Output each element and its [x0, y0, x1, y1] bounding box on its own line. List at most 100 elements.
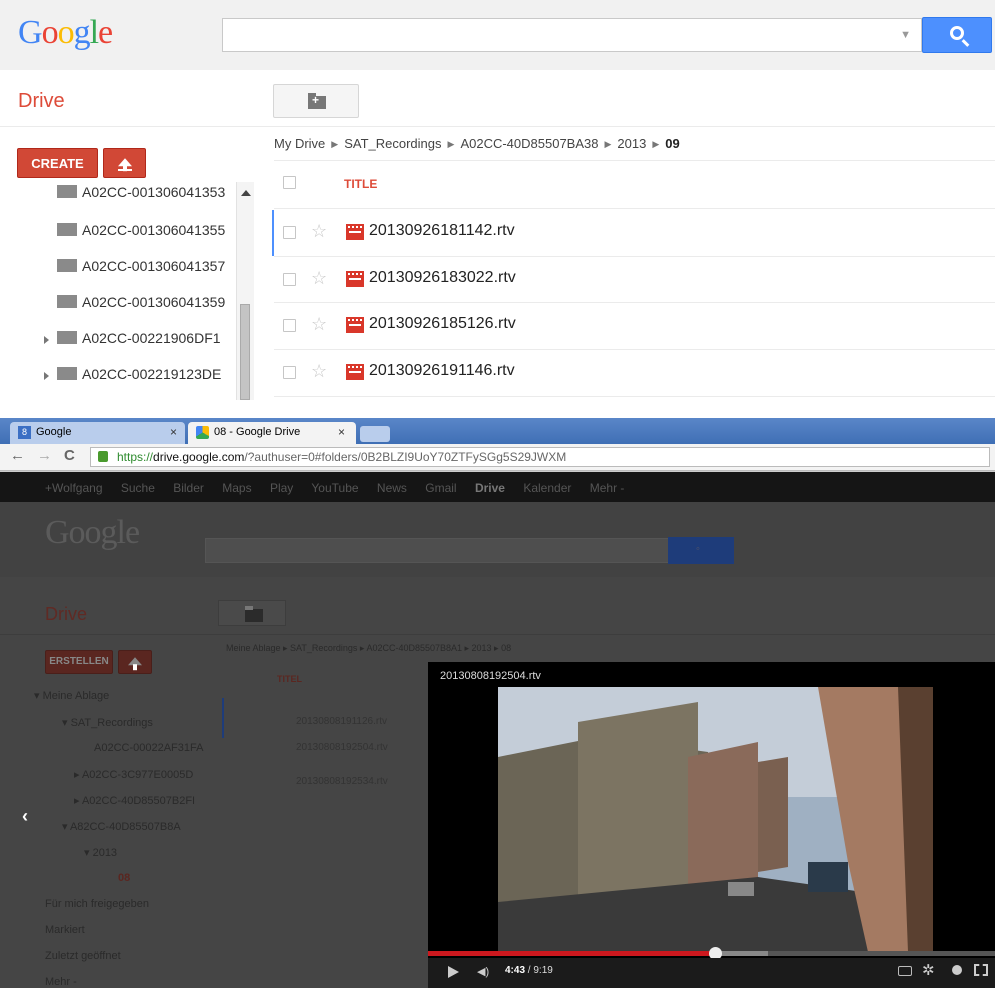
play-icon[interactable]: [448, 966, 459, 978]
new-folder-button[interactable]: +: [273, 84, 359, 118]
upload-button[interactable]: [103, 148, 146, 178]
tab-google[interactable]: 8 Google ×: [10, 422, 185, 444]
tab-google-drive[interactable]: 08 - Google Drive ×: [188, 422, 356, 444]
gbar-item[interactable]: YouTube: [311, 481, 358, 495]
tree-item[interactable]: A02CC-001306041359: [57, 294, 237, 310]
row-checkbox[interactable]: [283, 273, 296, 286]
tree-item[interactable]: A02CC-00221906DF1: [57, 330, 237, 346]
lock-icon: [98, 451, 108, 462]
google-logo[interactable]: Google: [45, 514, 140, 552]
new-folder-button[interactable]: [218, 600, 286, 626]
file-name[interactable]: 20130926183022.rtv: [369, 269, 516, 287]
tree-item[interactable]: A02CC-001306041355: [57, 222, 237, 238]
file-name[interactable]: 20130808192504.rtv: [296, 742, 388, 753]
tree-item[interactable]: ▾ SAT_Recordings: [62, 716, 153, 729]
row-checkbox[interactable]: [283, 366, 296, 379]
breadcrumb-item[interactable]: My Drive: [274, 136, 325, 151]
expand-arrow-icon[interactable]: [44, 336, 49, 344]
search-icon: [950, 26, 964, 40]
file-name[interactable]: 20130808192534.rtv: [296, 776, 388, 787]
breadcrumb-item[interactable]: A02CC-40D85507BA38: [460, 136, 598, 151]
gbar-item[interactable]: Mehr -: [590, 481, 625, 495]
fullscreen-icon[interactable]: [974, 964, 988, 976]
gbar-item[interactable]: Play: [270, 481, 293, 495]
scroll-thumb[interactable]: [240, 304, 250, 400]
volume-icon[interactable]: ◀): [477, 965, 489, 978]
tree-item[interactable]: A02CC-00022AF31FA: [94, 742, 216, 754]
search-button[interactable]: ◦: [668, 537, 734, 564]
tree-item[interactable]: ▸ A02CC-40D85507B2FI: [74, 794, 216, 807]
create-button[interactable]: ERSTELLEN: [45, 650, 113, 674]
close-tab-icon[interactable]: ×: [170, 425, 177, 439]
drive-title[interactable]: Drive: [45, 604, 87, 625]
tree-item[interactable]: A02CC-001306041357: [57, 258, 237, 274]
progress-played: [428, 951, 715, 956]
video-file-icon: [346, 317, 364, 333]
url-path: /?authuser=0#folders/0B2BLZI9UoY70ZTFySG…: [244, 450, 567, 464]
time-display: 4:43 / 9:19: [505, 965, 553, 976]
duration: / 9:19: [527, 965, 553, 976]
upload-button[interactable]: [118, 650, 152, 674]
drive-panel-top: Google ▼ Drive + CREATE A02CC-0013060413…: [0, 0, 995, 400]
video-player[interactable]: [428, 662, 995, 988]
folder-icon: [57, 185, 77, 198]
google-logo[interactable]: Google: [18, 14, 113, 52]
back-icon[interactable]: ←: [10, 447, 25, 464]
url-input[interactable]: https://drive.google.com/?authuser=0#fol…: [90, 447, 990, 467]
search-input[interactable]: [205, 538, 670, 563]
close-tab-icon[interactable]: ×: [338, 425, 345, 439]
breadcrumb-item[interactable]: 2013: [617, 136, 646, 151]
star-icon[interactable]: ☆: [311, 222, 327, 240]
tree-item-selected[interactable]: 08: [118, 872, 130, 884]
nav-recent[interactable]: Zuletzt geöffnet: [45, 950, 121, 962]
new-tab-button[interactable]: [360, 426, 390, 442]
search-button[interactable]: [922, 17, 992, 53]
gbar-item-drive[interactable]: Drive: [475, 481, 505, 495]
forward-icon[interactable]: →: [37, 447, 52, 464]
nav-more[interactable]: Mehr -: [45, 976, 77, 988]
info-icon[interactable]: [952, 965, 962, 975]
create-button[interactable]: CREATE: [17, 148, 98, 178]
breadcrumb-item[interactable]: SAT_Recordings: [344, 136, 441, 151]
file-name[interactable]: 20130926185126.rtv: [369, 315, 516, 333]
captions-icon[interactable]: [898, 966, 912, 976]
url-host: drive.google.com: [153, 450, 245, 464]
tree-item[interactable]: ▾ A82CC-40D85507B8A: [62, 820, 216, 833]
star-icon[interactable]: ☆: [311, 362, 327, 380]
gbar-item[interactable]: Maps: [222, 481, 251, 495]
tree-item[interactable]: A02CC-001306041353: [57, 184, 237, 200]
gbar-item[interactable]: Suche: [121, 481, 155, 495]
file-name[interactable]: 20130926191146.rtv: [369, 362, 515, 380]
video-title: 20130808192504.rtv: [440, 670, 541, 682]
search-input[interactable]: ▼: [222, 18, 922, 52]
tree-scrollbar[interactable]: [236, 182, 254, 400]
nav-shared[interactable]: Für mich freigegeben: [45, 898, 149, 910]
tree-item[interactable]: ▾ Meine Ablage: [34, 689, 109, 702]
title-column-header[interactable]: TITEL: [277, 674, 302, 684]
nav-starred[interactable]: Markiert: [45, 924, 85, 936]
file-name[interactable]: 20130808191126.rtv: [296, 716, 387, 727]
gbar-item[interactable]: Kalender: [523, 481, 571, 495]
select-all-checkbox[interactable]: [283, 176, 296, 189]
expand-arrow-icon[interactable]: [44, 372, 49, 380]
tree-item[interactable]: A02CC-002219123DE: [57, 366, 237, 382]
row-checkbox[interactable]: [283, 226, 296, 239]
row-checkbox[interactable]: [283, 319, 296, 332]
search-options-icon[interactable]: ▼: [900, 29, 911, 41]
search-icon: ◦: [696, 543, 700, 555]
star-icon[interactable]: ☆: [311, 269, 327, 287]
previous-file-icon[interactable]: ‹: [22, 806, 28, 827]
gbar-item[interactable]: +Wolfgang: [45, 481, 103, 495]
scroll-up-icon[interactable]: [241, 190, 251, 196]
file-name[interactable]: 20130926181142.rtv: [369, 222, 515, 240]
gbar-item[interactable]: Bilder: [173, 481, 204, 495]
star-icon[interactable]: ☆: [311, 315, 327, 333]
tree-item[interactable]: ▸ A02CC-3C977E0005D: [74, 768, 216, 781]
title-column-header[interactable]: TITLE: [344, 177, 377, 191]
settings-gear-icon[interactable]: ✲: [922, 961, 935, 979]
gbar-item[interactable]: News: [377, 481, 407, 495]
tree-item[interactable]: ▾ 2013: [84, 846, 117, 859]
reload-icon[interactable]: C: [64, 447, 75, 464]
drive-title[interactable]: Drive: [18, 90, 65, 113]
gbar-item[interactable]: Gmail: [425, 481, 456, 495]
